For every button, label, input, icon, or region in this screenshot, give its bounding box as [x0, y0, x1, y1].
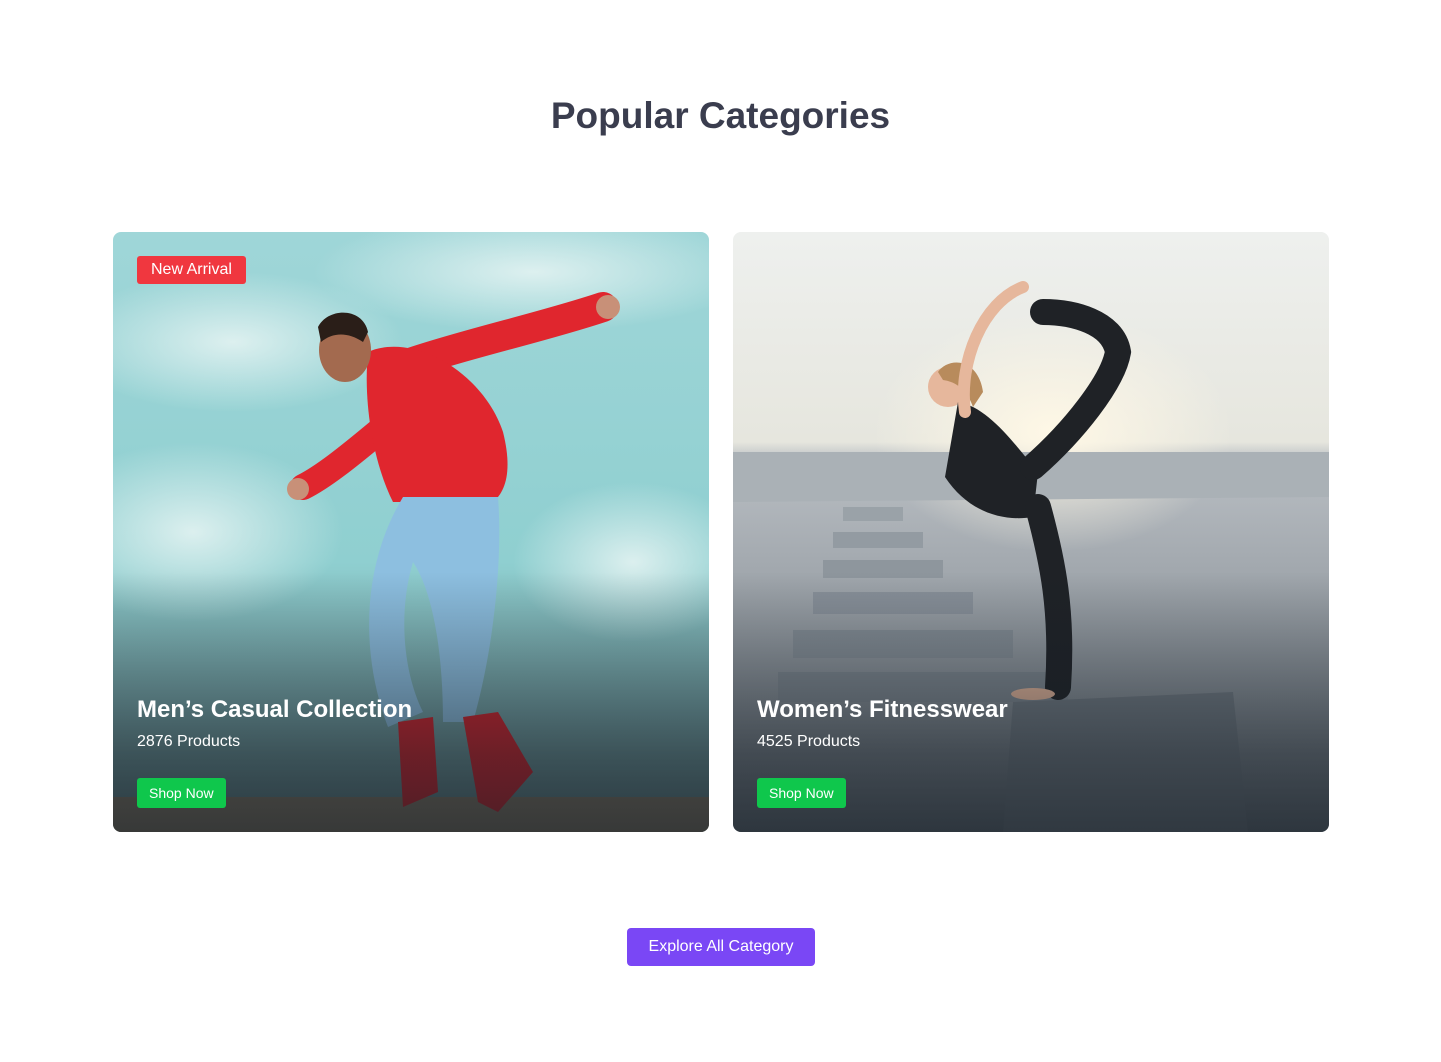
shop-now-button[interactable]: Shop Now [757, 778, 846, 808]
category-title: Women’s Fitnesswear [757, 696, 1008, 723]
shop-now-button[interactable]: Shop Now [137, 778, 226, 808]
category-card-womens-fitness[interactable]: Women’s Fitnesswear 4525 Products Shop N… [733, 232, 1329, 832]
product-count: 4525 Products [757, 733, 861, 750]
category-title: Men’s Casual Collection [137, 696, 413, 723]
explore-all-category-button[interactable]: Explore All Category [627, 928, 815, 966]
new-arrival-badge: New Arrival [137, 256, 246, 284]
product-count: 2876 Products [137, 733, 241, 750]
category-card-mens-casual[interactable]: New Arrival Men’s Casual Collection 2876… [113, 232, 709, 832]
section-title: Popular Categories [550, 95, 891, 136]
